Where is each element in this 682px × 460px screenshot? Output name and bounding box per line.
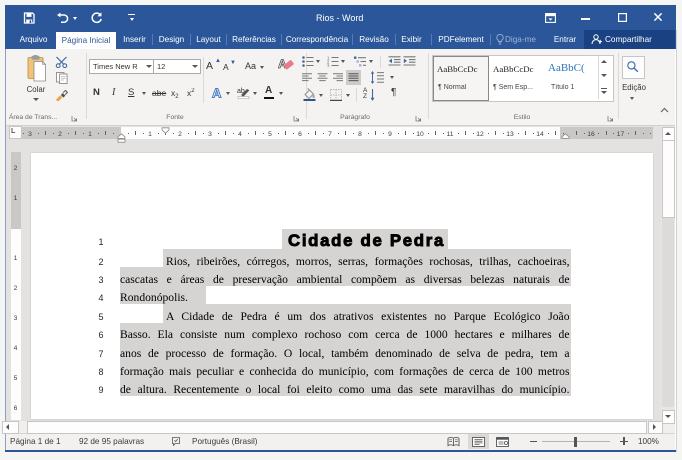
svg-text:3: 3	[327, 63, 330, 67]
svg-text:A: A	[212, 86, 222, 101]
